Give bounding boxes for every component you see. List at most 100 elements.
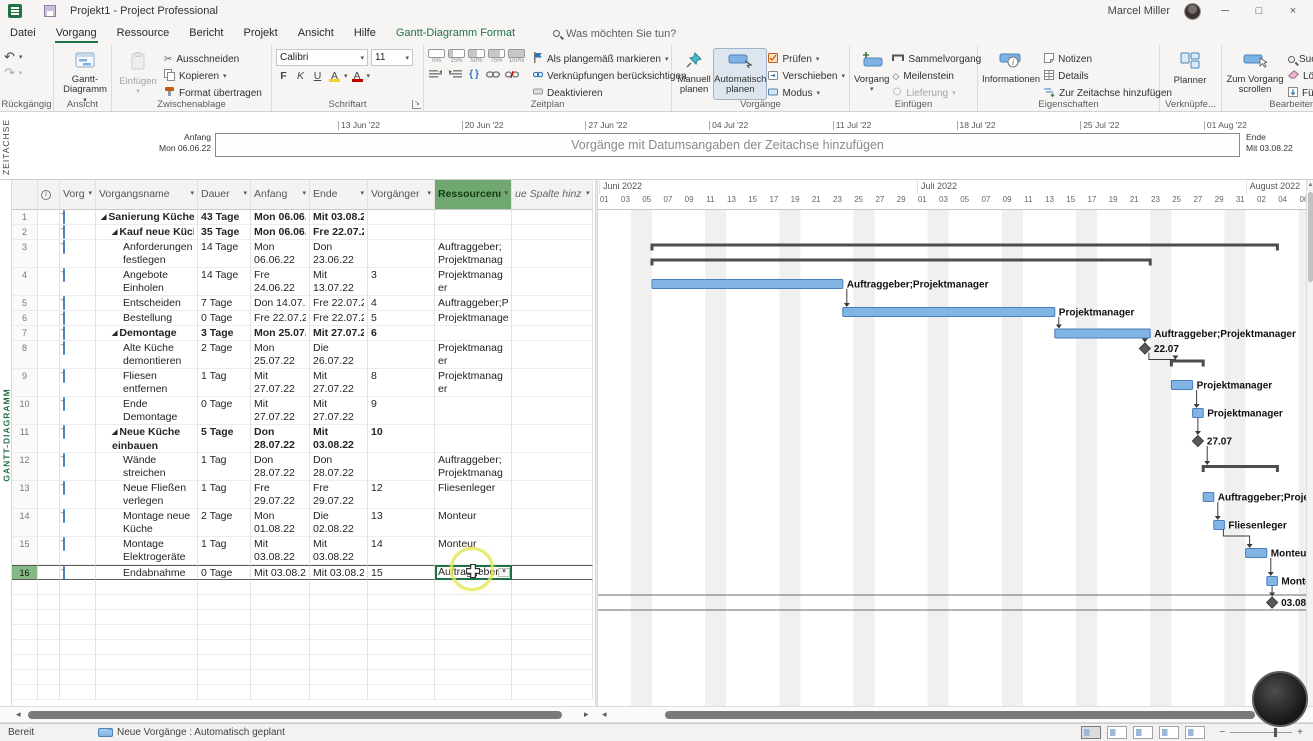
end-date-cell[interactable]: Mit 27.07.22 xyxy=(310,326,368,341)
respect-links-icon[interactable]: { } xyxy=(466,68,482,80)
task-name-cell[interactable]: Montage neue Küche xyxy=(96,509,198,537)
duration-cell[interactable]: 0 Tage xyxy=(198,565,251,580)
vertical-scroll-thumb[interactable] xyxy=(1308,192,1313,282)
empty-cell[interactable] xyxy=(435,595,512,610)
end-date-cell[interactable]: Fre 22.07.22 xyxy=(310,296,368,311)
end-date-cell[interactable]: Don 28.07.22 xyxy=(310,453,368,481)
gantt-view-icon[interactable] xyxy=(1081,726,1101,739)
zoom-track[interactable] xyxy=(1230,732,1292,733)
task-name-cell[interactable]: ◢Neue Küche einbauen xyxy=(96,425,198,453)
empty-cell[interactable] xyxy=(512,655,593,670)
task-name-cell[interactable]: Wände streichen xyxy=(96,453,198,481)
predecessor-cell[interactable]: 9 xyxy=(368,397,435,425)
empty-cell[interactable] xyxy=(435,625,512,640)
task-mode-cell[interactable] xyxy=(60,326,96,341)
close-button[interactable]: × xyxy=(1283,5,1303,17)
empty-cell[interactable] xyxy=(198,685,251,700)
percent-complete-100-button[interactable]: 100% xyxy=(508,49,525,64)
empty-cell[interactable] xyxy=(512,595,593,610)
row-number[interactable]: 7 xyxy=(12,326,38,341)
empty-cell[interactable] xyxy=(512,625,593,640)
end-date-cell[interactable]: Fre 22.07.22 xyxy=(310,225,368,240)
start-date-cell[interactable]: Don 14.07.22 xyxy=(251,296,310,311)
duration-cell[interactable]: 0 Tage xyxy=(198,311,251,326)
new-column-cell[interactable] xyxy=(512,268,593,296)
task-mode-cell[interactable] xyxy=(60,296,96,311)
minimize-button[interactable]: ─ xyxy=(1215,5,1235,17)
duration-cell[interactable]: 1 Tag xyxy=(198,537,251,565)
task-name-cell[interactable]: Anforderungen festlegen xyxy=(96,240,198,268)
menu-tab-gantt-diagramm-format[interactable]: Gantt-Diagramm Format xyxy=(386,23,525,44)
chart-vertical-scrollbar[interactable]: ▲ xyxy=(1306,180,1313,706)
empty-cell[interactable] xyxy=(60,685,96,700)
table-scroll-right-icon[interactable]: ▸ xyxy=(584,709,589,720)
start-date-cell[interactable]: Mon 06.06.22 xyxy=(251,210,310,225)
summary-bar[interactable] xyxy=(652,260,1150,266)
predecessor-cell[interactable]: 14 xyxy=(368,537,435,565)
unlink-tasks-icon[interactable] xyxy=(504,68,520,80)
empty-cell[interactable] xyxy=(435,610,512,625)
resource-cell[interactable] xyxy=(435,210,512,225)
empty-cell[interactable] xyxy=(435,670,512,685)
chart-scroll-thumb[interactable] xyxy=(665,711,1255,719)
new-tasks-mode[interactable]: Neue Vorgänge : Automatisch geplant xyxy=(98,727,285,738)
start-date-cell[interactable]: Fre 22.07.22 xyxy=(251,311,310,326)
task-bar[interactable] xyxy=(1214,521,1225,530)
column-header-ressourcen[interactable]: Ressourcennar▾ xyxy=(435,180,512,210)
team-planner-icon[interactable] xyxy=(1133,726,1153,739)
duration-cell[interactable]: 2 Tage xyxy=(198,341,251,369)
column-header-vorgaenger[interactable]: Vorgänger▾ xyxy=(368,180,435,210)
row-number[interactable]: 15 xyxy=(12,537,38,565)
new-column-cell[interactable] xyxy=(512,240,593,268)
column-header-info[interactable]: i xyxy=(38,180,60,210)
empty-cell[interactable] xyxy=(38,670,60,685)
task-bar[interactable] xyxy=(1246,549,1267,558)
resource-cell[interactable] xyxy=(435,225,512,240)
empty-cell[interactable] xyxy=(38,625,60,640)
new-column-cell[interactable] xyxy=(512,537,593,565)
predecessor-cell[interactable]: 13 xyxy=(368,509,435,537)
empty-cell[interactable] xyxy=(96,640,198,655)
end-date-cell[interactable]: Die 02.08.22 xyxy=(310,509,368,537)
end-date-cell[interactable]: Mit 13.07.22 xyxy=(310,268,368,296)
new-column-cell[interactable] xyxy=(512,453,593,481)
empty-cell[interactable] xyxy=(251,670,310,685)
duration-cell[interactable]: 14 Tage xyxy=(198,240,251,268)
empty-cell[interactable] xyxy=(96,625,198,640)
empty-cell[interactable] xyxy=(435,655,512,670)
resource-cell[interactable] xyxy=(435,425,512,453)
row-number[interactable]: 6 xyxy=(12,311,38,326)
end-date-cell[interactable]: Fre 22.07.22 xyxy=(310,311,368,326)
row-number[interactable]: 2 xyxy=(12,225,38,240)
bold-button[interactable]: F xyxy=(276,70,291,82)
empty-cell[interactable] xyxy=(368,655,435,670)
table-scroll-left-icon[interactable]: ◂ xyxy=(16,709,21,720)
row-number[interactable]: 5 xyxy=(12,296,38,311)
empty-cell[interactable] xyxy=(96,595,198,610)
task-mode-cell[interactable] xyxy=(60,453,96,481)
predecessor-cell[interactable]: 6 xyxy=(368,326,435,341)
resource-cell[interactable]: Projektmanager xyxy=(435,268,512,296)
duration-cell[interactable]: 35 Tage xyxy=(198,225,251,240)
milestone-diamond[interactable] xyxy=(1139,343,1150,354)
new-column-cell[interactable] xyxy=(512,369,593,397)
empty-cell[interactable] xyxy=(512,640,593,655)
empty-cell[interactable] xyxy=(60,580,96,595)
new-column-cell[interactable] xyxy=(512,210,593,225)
task-mode-cell[interactable] xyxy=(60,240,96,268)
column-header-ende[interactable]: Ende▾ xyxy=(310,180,368,210)
column-header-neue-spalte[interactable]: ue Spalte hinzufüg▾ xyxy=(512,180,593,210)
start-date-cell[interactable]: Don 28.07.22 xyxy=(251,425,310,453)
task-mode-cell[interactable] xyxy=(60,311,96,326)
gantt-diagramm-view-button[interactable]: Gantt-Diagramm▾ xyxy=(58,49,112,99)
auto-schedule-button[interactable]: Automatisch planen xyxy=(714,49,766,99)
duration-cell[interactable]: 1 Tag xyxy=(198,481,251,509)
task-usage-icon[interactable] xyxy=(1107,726,1127,739)
new-column-cell[interactable] xyxy=(512,326,593,341)
empty-cell[interactable] xyxy=(38,610,60,625)
milestone-button[interactable]: ◇ Meilenstein xyxy=(892,68,981,84)
mark-on-track-button[interactable]: Als plangemäß markieren▾ xyxy=(533,51,687,67)
column-header-name[interactable]: Vorgangsname▾ xyxy=(96,180,198,210)
empty-cell[interactable] xyxy=(198,640,251,655)
task-name-cell[interactable]: Montage Elektrogeräte xyxy=(96,537,198,565)
